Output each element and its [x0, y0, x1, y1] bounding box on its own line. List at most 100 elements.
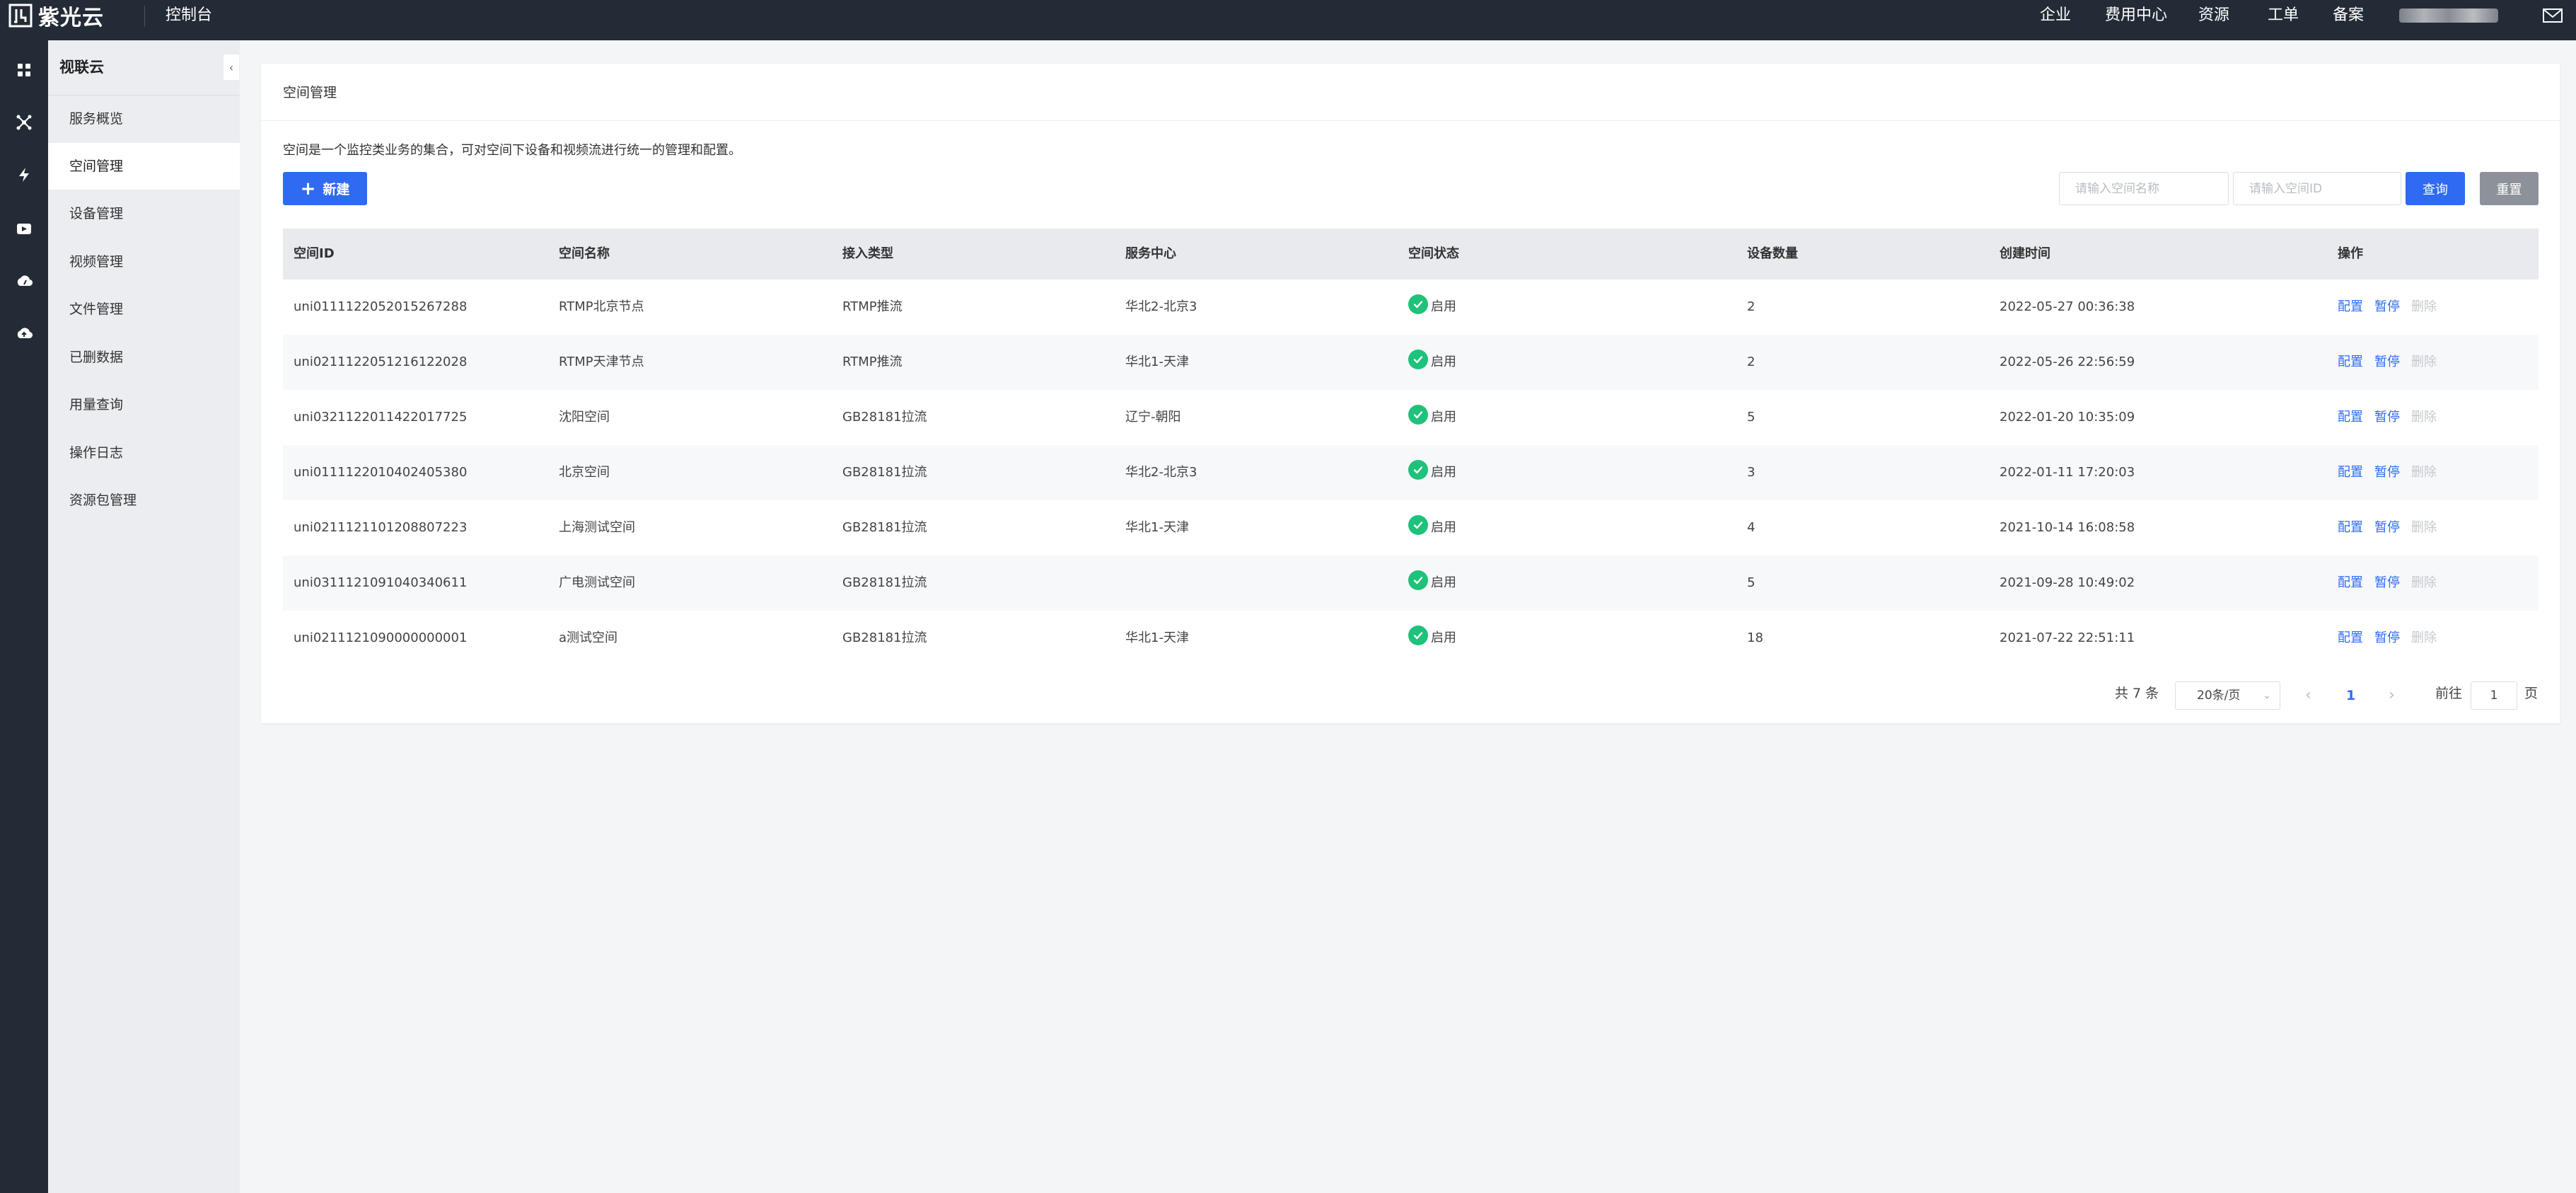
- check-circle-icon: [1408, 515, 1428, 535]
- video-icon[interactable]: [11, 216, 37, 241]
- table-row: uni0311121091040340611 广电测试空间 GB28181拉流 启用 5…: [283, 555, 2539, 611]
- column-header: 接入类型: [842, 246, 893, 261]
- table-row: uni0211121101208807223 上海测试空间 GB28181拉流 华北1…: [283, 500, 2539, 555]
- status-text: 启用: [1431, 630, 1456, 645]
- reset-button[interactable]: 重置: [2480, 172, 2539, 205]
- space-name-search-input[interactable]: [2059, 172, 2229, 205]
- sidebar-item-video-management[interactable]: 视频管理: [48, 238, 240, 285]
- cloud-upload-icon[interactable]: [11, 321, 37, 346]
- grid-icon[interactable]: [11, 57, 37, 83]
- pause-button[interactable]: 暂停: [2374, 355, 2400, 369]
- space-name-cell: RTMP天津节点: [559, 355, 644, 369]
- status-text: 启用: [1431, 575, 1456, 590]
- space-id-search-input[interactable]: [2233, 172, 2401, 205]
- sidebar-item-usage-query[interactable]: 用量查询: [48, 381, 240, 428]
- column-header: 设备数量: [1747, 246, 1798, 261]
- divider: [261, 120, 2560, 121]
- check-circle-icon: [1408, 405, 1428, 425]
- top-bar: 紫光云 控制台 企业 费用中心 资源 工单 备案: [0, 0, 2576, 40]
- pause-button[interactable]: 暂停: [2374, 299, 2400, 314]
- new-space-button[interactable]: + 新建: [283, 172, 367, 205]
- access-type-cell: GB28181拉流: [842, 465, 927, 480]
- config-button[interactable]: 配置: [2338, 520, 2363, 535]
- nav-resources[interactable]: 资源: [2198, 3, 2229, 28]
- row-actions: 配置 暂停 删除: [2338, 555, 2448, 611]
- space-name-cell: 广电测试空间: [559, 575, 635, 590]
- table-row: uni0211121090000000001 a测试空间 GB28181拉流 华北1-…: [283, 611, 2539, 666]
- config-button[interactable]: 配置: [2338, 299, 2363, 314]
- device-count-cell: 5: [1747, 410, 1756, 425]
- check-circle-icon: [1408, 350, 1428, 369]
- new-button-label: 新建: [323, 182, 350, 197]
- nav-filing[interactable]: 备案: [2333, 3, 2364, 28]
- column-header: 服务中心: [1125, 246, 1176, 261]
- check-circle-icon: [1408, 294, 1428, 314]
- brand-name: 紫光云: [38, 6, 104, 30]
- status-cell: 启用: [1408, 611, 1456, 666]
- mail-icon[interactable]: [2542, 7, 2563, 27]
- config-button[interactable]: 配置: [2338, 465, 2363, 480]
- device-count-cell: 5: [1747, 575, 1756, 590]
- bolt-icon[interactable]: [11, 162, 37, 188]
- status-text: 启用: [1431, 465, 1456, 480]
- network-icon[interactable]: [11, 110, 37, 135]
- sidebar-item-overview[interactable]: 服务概览: [48, 96, 240, 142]
- status-cell: 启用: [1408, 279, 1456, 335]
- service-center-cell: 华北1-天津: [1125, 355, 1189, 369]
- config-button[interactable]: 配置: [2338, 355, 2363, 369]
- next-page-icon[interactable]: ›: [2389, 681, 2395, 710]
- config-button[interactable]: 配置: [2338, 575, 2363, 590]
- pause-button[interactable]: 暂停: [2374, 630, 2400, 645]
- query-button[interactable]: 查询: [2406, 172, 2465, 205]
- status-cell: 启用: [1408, 500, 1456, 555]
- created-time-cell: 2021-10-14 16:08:58: [2000, 520, 2135, 535]
- sidebar-item-space-management[interactable]: 空间管理: [48, 143, 240, 190]
- goto-page-input[interactable]: [2471, 681, 2517, 710]
- row-actions: 配置 暂停 删除: [2338, 335, 2448, 390]
- spaces-table: 空间ID 空间名称 接入类型 服务中心 空间状态 设备数量 创建时间 操作 un…: [283, 229, 2539, 666]
- check-circle-icon: [1408, 626, 1428, 645]
- status-cell: 启用: [1408, 445, 1456, 500]
- space-name-cell: RTMP北京节点: [559, 299, 644, 314]
- delete-button: 删除: [2411, 355, 2437, 369]
- console-link[interactable]: 控制台: [166, 3, 212, 28]
- access-type-cell: GB28181拉流: [842, 575, 927, 590]
- pause-button[interactable]: 暂停: [2374, 410, 2400, 425]
- nav-enterprise[interactable]: 企业: [2040, 3, 2071, 28]
- pause-button[interactable]: 暂停: [2374, 520, 2400, 535]
- created-time-cell: 2022-01-20 10:35:09: [2000, 410, 2135, 425]
- table-row: uni0111122052015267288 RTMP北京节点 RTMP推流 华北2-…: [283, 279, 2539, 335]
- space-id-cell: uni0211121090000000001: [294, 630, 468, 645]
- page-suffix: 页: [2524, 686, 2539, 701]
- sidebar-item-file-management[interactable]: 文件管理: [48, 286, 240, 333]
- pause-button[interactable]: 暂停: [2374, 575, 2400, 590]
- prev-page-icon[interactable]: ‹: [2305, 681, 2311, 710]
- service-center-cell: 华北2-北京3: [1125, 299, 1197, 314]
- created-time-cell: 2021-09-28 10:49:02: [2000, 575, 2135, 590]
- config-button[interactable]: 配置: [2338, 410, 2363, 425]
- sidebar-item-device-management[interactable]: 设备管理: [48, 190, 240, 237]
- brand-logo[interactable]: 紫光云: [8, 0, 104, 31]
- space-name-cell: 沈阳空间: [559, 410, 610, 425]
- row-actions: 配置 暂停 删除: [2338, 390, 2448, 445]
- config-button[interactable]: 配置: [2338, 630, 2363, 645]
- collapse-sidebar-button[interactable]: ‹: [224, 54, 239, 80]
- nav-billing[interactable]: 费用中心: [2105, 3, 2167, 28]
- sidebar-item-operation-log[interactable]: 操作日志: [48, 430, 240, 476]
- space-name-cell: 上海测试空间: [559, 520, 635, 535]
- delete-button: 删除: [2411, 575, 2437, 590]
- nav-tickets[interactable]: 工单: [2268, 3, 2299, 28]
- user-account-menu[interactable]: [2399, 8, 2498, 23]
- table-body: uni0111122052015267288 RTMP北京节点 RTMP推流 华北2-…: [283, 279, 2539, 666]
- pause-button[interactable]: 暂停: [2374, 465, 2400, 480]
- service-center-cell: 华北1-天津: [1125, 520, 1189, 535]
- sidebar-item-deleted-data[interactable]: 已删数据: [48, 334, 240, 381]
- sidebar-item-resource-package[interactable]: 资源包管理: [48, 477, 240, 524]
- page-size-select[interactable]: 20条/页 ⌄: [2175, 681, 2280, 710]
- brand-logo-icon: [8, 4, 33, 28]
- device-count-cell: 3: [1747, 465, 1756, 480]
- cloud-dashboard-icon[interactable]: [11, 268, 37, 294]
- space-id-cell: uni0321122011422017725: [294, 410, 468, 425]
- service-center-cell: 华北2-北京3: [1125, 465, 1197, 480]
- current-page[interactable]: 1: [2346, 681, 2355, 710]
